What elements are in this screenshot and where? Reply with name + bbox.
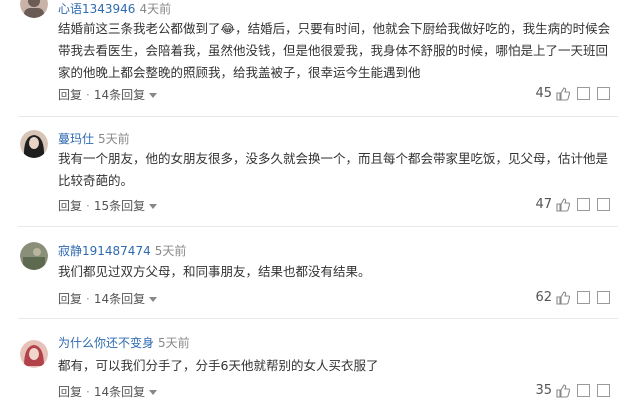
chevron-down-icon[interactable] bbox=[149, 390, 158, 395]
reply-button[interactable]: 回复 bbox=[58, 199, 82, 213]
comment-line: 家的他晚上都会整晚的照顾我，给我盖被子，很幸运今生能遇到他 bbox=[58, 65, 421, 80]
share-icon[interactable] bbox=[577, 384, 590, 397]
comment-text: 结婚前这三条我老公都做到了😂，结婚后，只要有时间，他就会下厨给我做好吃的，我生病… bbox=[58, 18, 618, 84]
reply-button[interactable]: 回复 bbox=[58, 292, 82, 306]
like-count: 62 bbox=[535, 290, 552, 305]
thumbs-up-icon[interactable] bbox=[556, 197, 570, 212]
view-replies-button[interactable]: 15条回复 bbox=[94, 199, 145, 213]
reply-button[interactable]: 回复 bbox=[58, 88, 82, 102]
comment-text: 都有，可以我们分手了，分手6天他就帮别的女人买衣服了 bbox=[58, 355, 618, 377]
view-replies-button[interactable]: 14条回复 bbox=[94, 292, 145, 306]
view-replies-button[interactable]: 14条回复 bbox=[94, 385, 145, 399]
report-icon[interactable] bbox=[597, 87, 610, 100]
report-icon[interactable] bbox=[597, 384, 610, 397]
username-link[interactable]: 蔓玛仕 bbox=[58, 132, 94, 146]
share-icon[interactable] bbox=[577, 198, 590, 211]
username-link[interactable]: 为什么你还不变身 bbox=[58, 336, 154, 350]
username-link[interactable]: 寂静191487474 bbox=[58, 244, 151, 258]
like-count: 35 bbox=[535, 383, 552, 398]
separator-dot: · bbox=[86, 88, 90, 102]
thumbs-up-icon[interactable] bbox=[556, 383, 570, 398]
comment-meta: 蔓玛仕 5天前 bbox=[58, 130, 130, 147]
share-icon[interactable] bbox=[577, 87, 590, 100]
comment-actions: 回复 · 15条回复 47 bbox=[58, 197, 610, 215]
timestamp: 5天前 bbox=[98, 132, 130, 146]
thumbs-up-icon[interactable] bbox=[556, 86, 570, 101]
avatar[interactable] bbox=[20, 242, 48, 270]
comment-item: 寂静191487474 5天前 我们都见过双方父母，和同事朋友，结果也都没有结果。… bbox=[0, 218, 640, 322]
divider bbox=[18, 318, 618, 319]
separator-dot: · bbox=[86, 385, 90, 399]
report-icon[interactable] bbox=[597, 198, 610, 211]
username-link[interactable]: 心语1343946 bbox=[58, 2, 135, 16]
comment-meta: 心语1343946 4天前 bbox=[58, 0, 171, 17]
comment-text: 我们都见过双方父母，和同事朋友，结果也都没有结果。 bbox=[58, 261, 618, 283]
comment-line: 结婚前这三条我老公都做到了😂，结婚后，只要有时间，他就会下厨给我做好吃的，我生病… bbox=[58, 21, 611, 36]
comment-actions: 回复 · 14条回复 35 bbox=[58, 383, 610, 401]
reply-button[interactable]: 回复 bbox=[58, 385, 82, 399]
comment-meta: 为什么你还不变身 5天前 bbox=[58, 334, 190, 351]
chevron-down-icon[interactable] bbox=[149, 204, 158, 209]
share-icon[interactable] bbox=[577, 291, 590, 304]
avatar[interactable] bbox=[20, 0, 48, 18]
comment-line: 我们都见过双方父母，和同事朋友，结果也都没有结果。 bbox=[58, 264, 371, 279]
like-count: 47 bbox=[535, 197, 552, 212]
separator-dot: · bbox=[86, 292, 90, 306]
comment-meta: 寂静191487474 5天前 bbox=[58, 242, 186, 259]
like-count: 45 bbox=[535, 86, 552, 101]
thumbs-up-icon[interactable] bbox=[556, 290, 570, 305]
separator-dot: · bbox=[86, 199, 90, 213]
comment-line: 比较奇葩的。 bbox=[58, 173, 134, 188]
timestamp: 5天前 bbox=[158, 336, 190, 350]
report-icon[interactable] bbox=[597, 291, 610, 304]
comment-actions: 回复 · 14条回复 62 bbox=[58, 290, 610, 308]
comment-line: 带我去看医生，会陪着我，虽然他没钱，但是他很爱我，我身体不舒服的时候，哪怕是上了… bbox=[58, 43, 609, 58]
divider bbox=[18, 116, 618, 117]
chevron-down-icon[interactable] bbox=[149, 93, 158, 98]
avatar[interactable] bbox=[20, 340, 48, 368]
timestamp: 5天前 bbox=[154, 244, 187, 258]
comment-actions: 回复 · 14条回复 45 bbox=[58, 86, 610, 104]
timestamp: 4天前 bbox=[139, 2, 172, 16]
comment-line: 我有一个朋友，他的女朋友很多，没多久就会换一个，而且每个都会带家里吃饭，见父母，… bbox=[58, 151, 609, 166]
view-replies-button[interactable]: 14条回复 bbox=[94, 88, 145, 102]
avatar[interactable] bbox=[20, 130, 48, 158]
comment-item: 为什么你还不变身 5天前 都有，可以我们分手了，分手6天他就帮别的女人买衣服了 回… bbox=[0, 322, 640, 404]
comment-line: 都有，可以我们分手了，分手6天他就帮别的女人买衣服了 bbox=[58, 358, 379, 373]
comment-item: 蔓玛仕 5天前 我有一个朋友，他的女朋友很多，没多久就会换一个，而且每个都会带家里… bbox=[0, 118, 640, 227]
comment-text: 我有一个朋友，他的女朋友很多，没多久就会换一个，而且每个都会带家里吃饭，见父母，… bbox=[58, 148, 618, 192]
comment-item: 心语1343946 4天前 结婚前这三条我老公都做到了😂，结婚后，只要有时间，他就… bbox=[0, 0, 640, 118]
chevron-down-icon[interactable] bbox=[149, 297, 158, 302]
